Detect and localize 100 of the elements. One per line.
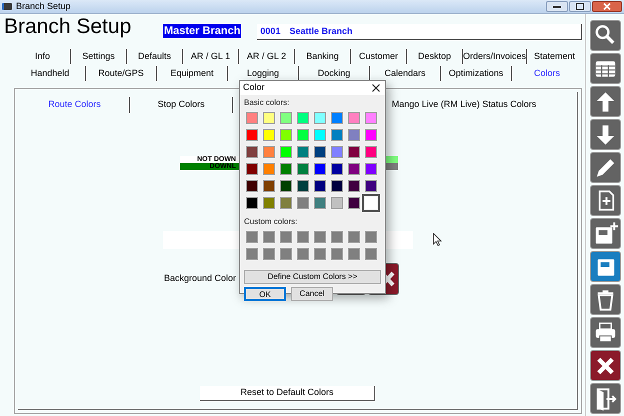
color-swatch[interactable]: [314, 162, 326, 174]
minimize-button[interactable]: [546, 1, 568, 12]
color-swatch[interactable]: [263, 180, 275, 192]
color-swatch[interactable]: [314, 180, 326, 192]
color-swatch[interactable]: [263, 112, 275, 124]
tab[interactable]: Orders/Invoices: [463, 49, 528, 64]
search-button[interactable]: [590, 20, 620, 51]
color-swatch[interactable]: [314, 196, 326, 208]
color-swatch[interactable]: [314, 128, 326, 140]
color-swatch[interactable]: [331, 230, 343, 242]
color-swatch[interactable]: [314, 146, 326, 158]
pencil-button[interactable]: [590, 152, 620, 183]
color-swatch[interactable]: [331, 180, 343, 192]
tab[interactable]: Colors: [512, 66, 582, 81]
floppy-disk-button[interactable]: [590, 251, 620, 282]
color-swatch[interactable]: [365, 128, 377, 140]
down-arrow-button[interactable]: [590, 119, 620, 150]
color-swatch[interactable]: [331, 112, 343, 124]
color-swatch[interactable]: [246, 162, 258, 174]
color-swatch[interactable]: [297, 230, 309, 242]
color-swatch[interactable]: [348, 248, 360, 260]
color-swatch[interactable]: [331, 162, 343, 174]
tab[interactable]: Desktop: [407, 49, 463, 64]
color-swatch[interactable]: [280, 146, 292, 158]
exit-door-button[interactable]: [590, 383, 620, 414]
tab[interactable]: Banking: [295, 49, 351, 64]
color-swatch[interactable]: [297, 112, 309, 124]
color-swatch[interactable]: [365, 230, 377, 242]
color-swatch[interactable]: [297, 248, 309, 260]
color-swatch[interactable]: [246, 146, 258, 158]
color-swatch[interactable]: [314, 230, 326, 242]
color-swatch[interactable]: [280, 196, 292, 208]
color-swatch[interactable]: [280, 180, 292, 192]
subtab[interactable]: Mango Live (RM Live) Status Colors: [351, 97, 577, 113]
color-swatch[interactable]: [348, 180, 360, 192]
close-button[interactable]: [590, 350, 620, 381]
tab[interactable]: Route/GPS: [86, 66, 157, 81]
color-swatch[interactable]: [246, 196, 258, 208]
color-swatch[interactable]: [280, 162, 292, 174]
color-swatch[interactable]: [297, 162, 309, 174]
tab[interactable]: Info: [15, 49, 71, 64]
maximize-button[interactable]: [569, 1, 591, 12]
tab[interactable]: Settings: [71, 49, 127, 64]
tab[interactable]: Defaults: [127, 49, 183, 64]
color-swatch[interactable]: [263, 230, 275, 242]
color-swatch[interactable]: [280, 128, 292, 140]
color-swatch[interactable]: [365, 248, 377, 260]
tab[interactable]: Customer: [351, 49, 407, 64]
color-swatch[interactable]: [246, 230, 258, 242]
table-button[interactable]: [590, 53, 620, 84]
dialog-button[interactable]: OK: [244, 286, 286, 300]
tab[interactable]: Optimizations: [441, 66, 512, 81]
color-swatch[interactable]: [263, 162, 275, 174]
tab[interactable]: Handheld: [15, 66, 86, 81]
color-swatch[interactable]: [263, 146, 275, 158]
color-swatch[interactable]: [263, 248, 275, 260]
color-swatch[interactable]: [348, 146, 360, 158]
color-swatch[interactable]: [348, 112, 360, 124]
color-swatch[interactable]: [263, 128, 275, 140]
color-swatch[interactable]: [280, 248, 292, 260]
up-arrow-button[interactable]: [590, 86, 620, 117]
color-swatch[interactable]: [331, 128, 343, 140]
trash-button[interactable]: [590, 284, 620, 315]
color-swatch[interactable]: [246, 128, 258, 140]
color-swatch[interactable]: [314, 112, 326, 124]
color-swatch[interactable]: [280, 230, 292, 242]
tab[interactable]: AR / GL 1: [183, 49, 239, 64]
dialog-button[interactable]: Cancel: [291, 286, 333, 300]
color-swatch[interactable]: [331, 146, 343, 158]
color-swatch[interactable]: [297, 196, 309, 208]
subtab[interactable]: Stop Colors: [130, 97, 234, 113]
color-swatch[interactable]: [365, 162, 377, 174]
floppy-disk-plus-button[interactable]: [590, 218, 620, 249]
tab[interactable]: AR / GL 2: [239, 49, 295, 64]
color-swatch[interactable]: [348, 128, 360, 140]
branch-field[interactable]: 0001 Seattle Branch: [257, 24, 582, 40]
color-swatch[interactable]: [263, 196, 275, 208]
color-swatch[interactable]: [348, 230, 360, 242]
tab[interactable]: Equipment: [157, 66, 228, 81]
reset-button[interactable]: Reset to Default Colors: [200, 386, 375, 401]
tab[interactable]: Statement: [527, 49, 582, 64]
color-swatch[interactable]: [280, 112, 292, 124]
close-button[interactable]: [592, 1, 622, 12]
color-swatch[interactable]: [365, 180, 377, 192]
color-swatch[interactable]: [246, 180, 258, 192]
printer-button[interactable]: [590, 317, 620, 348]
color-swatch[interactable]: [297, 128, 309, 140]
color-swatch[interactable]: [246, 248, 258, 260]
close-button[interactable]: [370, 82, 382, 94]
color-swatch[interactable]: [297, 146, 309, 158]
color-swatch[interactable]: [365, 146, 377, 158]
color-swatch[interactable]: [365, 112, 377, 124]
new-document-button[interactable]: [590, 185, 620, 216]
color-swatch[interactable]: [348, 196, 360, 208]
color-swatch[interactable]: [348, 162, 360, 174]
color-swatch[interactable]: [331, 248, 343, 260]
subtab[interactable]: Route Colors: [20, 97, 130, 113]
color-swatch[interactable]: [297, 180, 309, 192]
color-swatch[interactable]: [331, 196, 343, 208]
define-custom-colors-button[interactable]: Define Custom Colors >>: [244, 270, 381, 284]
